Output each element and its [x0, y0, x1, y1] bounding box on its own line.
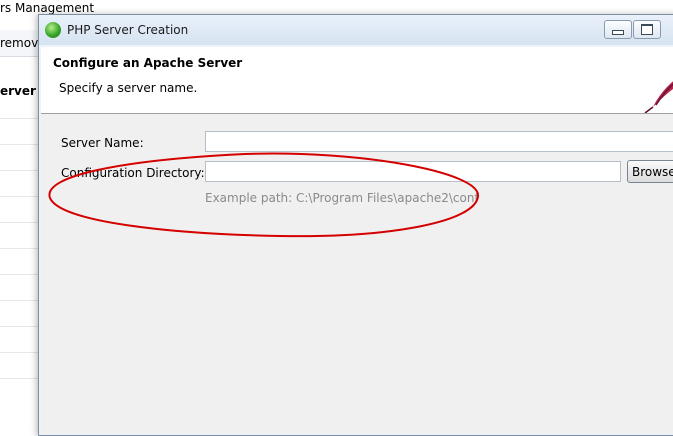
php-server-creation-dialog: PHP Server Creation Configure an Apache …: [38, 14, 673, 436]
background-row-divider: [0, 378, 40, 379]
background-remove-button[interactable]: remov: [0, 36, 38, 50]
dialog-titlebar[interactable]: PHP Server Creation: [39, 15, 673, 45]
server-name-input[interactable]: [205, 131, 673, 152]
background-row-divider: [0, 248, 40, 249]
minimize-icon: [612, 30, 624, 35]
background-row-divider: [0, 326, 40, 327]
browse-button[interactable]: Browse: [627, 160, 673, 183]
banner-heading: Configure an Apache Server: [53, 56, 243, 70]
example-path-hint: Example path: C:\Program Files\apache2\c…: [205, 191, 479, 205]
background-row-divider: [0, 274, 40, 275]
background-row-divider: [0, 118, 40, 119]
dialog-title: PHP Server Creation: [67, 23, 189, 37]
banner-description: Specify a server name.: [59, 81, 198, 95]
php-server-icon: [45, 22, 61, 38]
server-name-label: Server Name:: [61, 136, 144, 150]
background-row-divider: [0, 170, 40, 171]
wizard-banner: Configure an Apache Server Specify a ser…: [41, 47, 673, 114]
background-column-header: erver (: [0, 76, 46, 106]
background-row-divider: [0, 196, 40, 197]
maximize-icon: [641, 24, 653, 35]
wizard-content: Server Name: Configuration Directory: Br…: [41, 114, 673, 434]
minimize-button[interactable]: [604, 20, 632, 39]
configuration-directory-label: Configuration Directory:: [61, 166, 205, 180]
maximize-button[interactable]: [633, 20, 661, 39]
configuration-directory-input[interactable]: [205, 161, 621, 182]
background-row-divider: [0, 352, 40, 353]
background-row-divider: [0, 222, 40, 223]
apache-feather-icon: [644, 81, 673, 113]
background-row-divider: [0, 144, 40, 145]
background-row-divider: [0, 300, 40, 301]
